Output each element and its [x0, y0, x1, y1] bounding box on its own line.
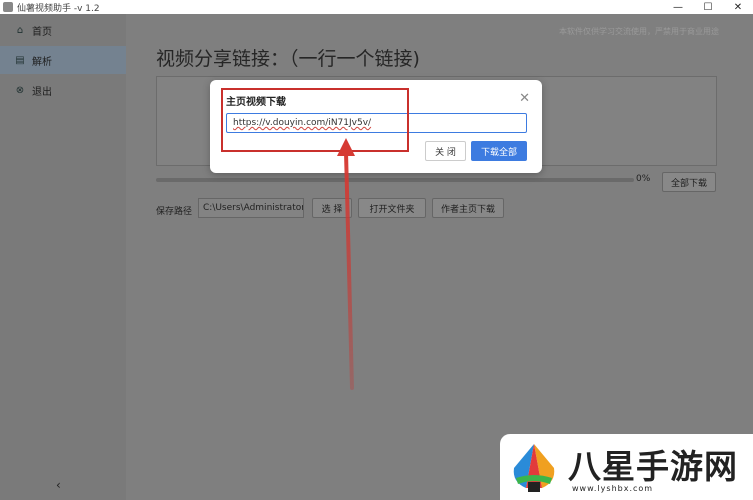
- sidebar-item-exit[interactable]: ⊗ 退出: [0, 76, 126, 104]
- dialog-close-button[interactable]: 关 闭: [425, 141, 466, 161]
- sidebar-item-label: 首页: [32, 26, 52, 38]
- sidebar-item-parse[interactable]: ▤ 解析: [0, 46, 126, 74]
- watermark-text: 八星手游网: [568, 447, 738, 486]
- save-path-input[interactable]: C:\Users\Administrator\: [198, 198, 304, 218]
- site-watermark: 八星手游网 www.lyshbx.com: [500, 434, 753, 500]
- maximize-button[interactable]: ☐: [693, 0, 723, 14]
- author-home-download-button[interactable]: 作者主页下载: [432, 198, 504, 218]
- title-bar: 仙薯视频助手 -v 1.2 — ☐ ✕: [0, 0, 753, 14]
- sidebar-item-home[interactable]: ⌂ 首页: [0, 16, 126, 44]
- page-title: 视频分享链接：（一行一个链接): [156, 48, 420, 70]
- sidebar-item-label: 解析: [32, 56, 52, 68]
- dialog-download-all-button[interactable]: 下载全部: [471, 141, 527, 161]
- notice-text: 本软件仅供学习交流使用，严禁用于商业用途: [559, 27, 719, 36]
- site-logo-icon: [513, 444, 555, 492]
- collapse-sidebar-icon[interactable]: ‹: [56, 478, 61, 492]
- document-icon: ▤: [15, 54, 25, 66]
- progress-bar: [156, 178, 634, 182]
- window-controls: — ☐ ✕: [663, 0, 753, 14]
- close-icon[interactable]: ✕: [519, 91, 530, 106]
- watermark-url: www.lyshbx.com: [572, 484, 654, 493]
- choose-path-button[interactable]: 选 择: [312, 198, 352, 218]
- minimize-button[interactable]: —: [663, 0, 693, 14]
- progress-percent: 0%: [636, 174, 651, 184]
- annotation-highlight-box: [221, 88, 409, 152]
- close-window-button[interactable]: ✕: [723, 0, 753, 14]
- open-folder-button[interactable]: 打开文件夹: [358, 198, 426, 218]
- sidebar: ⌂ 首页 ▤ 解析 ⊗ 退出 ‹: [0, 14, 126, 500]
- sidebar-item-label: 退出: [32, 86, 52, 98]
- app-icon: [3, 2, 13, 12]
- exit-icon: ⊗: [15, 84, 25, 96]
- download-all-button[interactable]: 全部下载: [662, 172, 716, 192]
- home-icon: ⌂: [16, 24, 24, 36]
- save-path-label: 保存路径: [156, 207, 193, 217]
- window-title: 仙薯视频助手 -v 1.2: [17, 3, 100, 14]
